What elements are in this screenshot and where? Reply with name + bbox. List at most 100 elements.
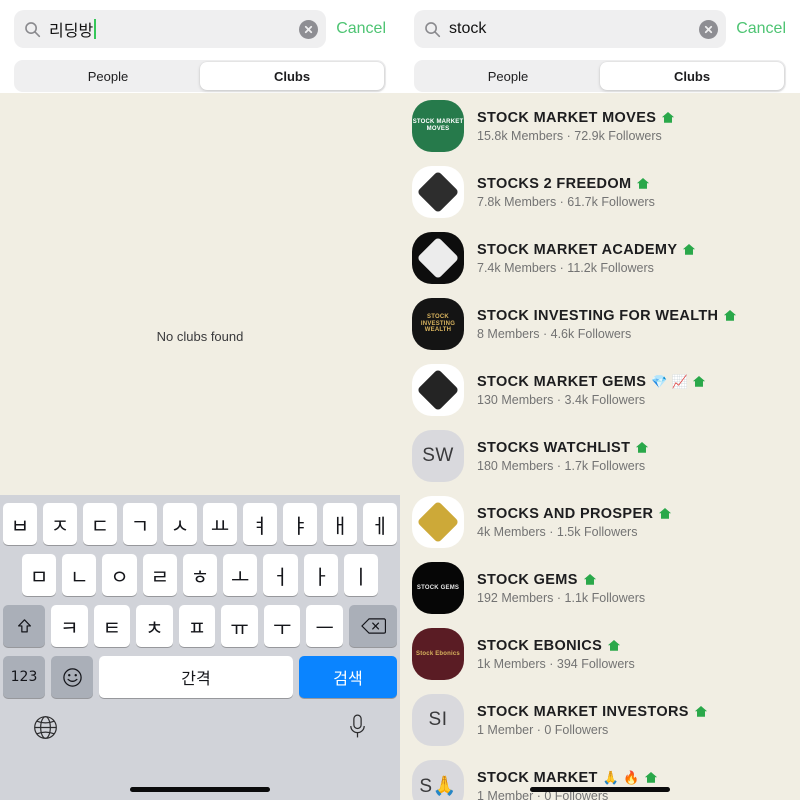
club-name-text: STOCK MARKET ACADEMY (477, 241, 678, 258)
key-jamo-1[interactable]: ㅈ (43, 503, 77, 545)
club-row-text: STOCK MARKET 🙏 🔥 1 Member · 0 Followers (477, 770, 658, 800)
key-jamo-2[interactable]: ㅊ (136, 605, 173, 647)
club-badges (682, 243, 696, 256)
verified-house-icon (662, 112, 675, 123)
key-jamo-0[interactable]: ㅁ (22, 554, 57, 596)
key-jamo-3[interactable]: ㅍ (178, 605, 216, 647)
club-name: STOCK MARKET GEMS 💎 📈 (477, 374, 706, 390)
club-name-text: STOCK MARKET MOVES (477, 109, 657, 126)
club-avatar: SW (412, 430, 464, 482)
tab-clubs[interactable]: Clubs (200, 62, 384, 90)
key-jamo-9[interactable]: ㅔ (363, 503, 397, 545)
club-row-text: STOCK GEMS 192 Members · 1.1k Followers (477, 572, 645, 605)
club-row-text: STOCKS WATCHLIST 180 Members · 1.7k Follo… (477, 440, 649, 473)
verified-house-icon (693, 376, 706, 387)
club-name-text: STOCKS 2 FREEDOM (477, 175, 632, 192)
key-jamo-6[interactable]: ㅕ (243, 503, 277, 545)
keyboard-row-3: ㅋㅌㅊㅍㅠㅜㅡ (0, 605, 400, 647)
club-avatar: STOCK GEMS (412, 562, 464, 614)
club-list-item[interactable]: STOCK INVESTING WEALTH STOCK INVESTING FO… (400, 291, 800, 357)
verified-house-icon (694, 706, 707, 717)
tab-people[interactable]: People (16, 62, 200, 90)
key-jamo-2[interactable]: ㄷ (83, 503, 117, 545)
key-jamo-8[interactable]: ㅐ (323, 503, 357, 545)
club-avatar (412, 232, 464, 284)
club-list-item[interactable]: STOCK MARKET GEMS 💎 📈 130 Members · 3.4k F… (400, 357, 800, 423)
emoji-key[interactable] (51, 656, 93, 698)
globe-icon[interactable] (32, 714, 59, 741)
club-avatar: S🙏 (412, 760, 464, 800)
return-key[interactable]: 검색 (299, 656, 397, 698)
right-header: stock Cancel People Clubs (400, 0, 800, 104)
club-badges (658, 507, 672, 520)
backspace-key[interactable] (349, 605, 397, 647)
key-jamo-4[interactable]: ㅅ (163, 503, 197, 545)
club-badges (635, 441, 649, 454)
key-jamo-5[interactable]: ㅗ (223, 554, 258, 596)
microphone-icon[interactable] (347, 713, 368, 742)
tab-clubs[interactable]: Clubs (600, 62, 784, 90)
search-input-text-right: stock (441, 20, 699, 38)
korean-keyboard: ㅂㅈㄷㄱㅅㅛㅕㅑㅐㅔ ㅁㄴㅇㄹㅎㅗㅓㅏㅣ ㅋㅌㅊㅍㅠㅜㅡ 123 간격 검색 (0, 495, 400, 800)
club-list-item[interactable]: STOCK MARKET ACADEMY 7.4k Members · 11.2k… (400, 225, 800, 291)
club-row-text: STOCK MARKET GEMS 💎 📈 130 Members · 3.4k F… (477, 374, 706, 407)
numeric-key[interactable]: 123 (3, 656, 45, 698)
key-jamo-5[interactable]: ㅜ (263, 605, 301, 647)
verified-house-icon (608, 640, 621, 651)
search-input[interactable]: 리딩방 (14, 10, 327, 48)
club-meta: 130 Members · 3.4k Followers (477, 392, 646, 407)
verified-house-icon (724, 310, 737, 321)
cancel-button[interactable]: Cancel (736, 20, 786, 38)
left-search-row: 리딩방 Cancel (14, 10, 386, 48)
key-jamo-7[interactable]: ㅑ (283, 503, 317, 545)
verified-house-icon (583, 574, 596, 585)
club-list-item[interactable]: STOCKS AND PROSPER 4k Members · 1.5k Foll… (400, 489, 800, 555)
key-jamo-3[interactable]: ㄹ (142, 554, 177, 596)
club-emoji: 💎 📈 (651, 373, 689, 389)
club-list-item[interactable]: SI STOCK MARKET INVESTORS 1 Member · 0 Fol… (400, 687, 800, 753)
key-jamo-0[interactable]: ㅂ (3, 503, 37, 545)
space-key[interactable]: 간격 (99, 656, 293, 698)
key-jamo-6[interactable]: ㅡ (306, 605, 344, 647)
key-jamo-2[interactable]: ㅇ (102, 554, 137, 596)
club-name: STOCK MARKET MOVES (477, 110, 675, 126)
screen-root: 리딩방 Cancel People Clubs No clubs found ㅂ… (0, 0, 800, 800)
club-meta: 7.8k Members · 61.7k Followers (477, 194, 655, 209)
club-results-list[interactable]: STOCK MARKET MOVES STOCK MARKET MOVES 15.8… (400, 93, 800, 800)
key-jamo-4[interactable]: ㅎ (182, 554, 218, 596)
club-meta: 180 Members · 1.7k Followers (477, 458, 646, 473)
club-meta: 4k Members · 1.5k Followers (477, 524, 638, 539)
cancel-button[interactable]: Cancel (336, 20, 386, 38)
key-jamo-5[interactable]: ㅛ (203, 503, 237, 545)
verified-house-icon (644, 772, 657, 783)
club-emoji: 🙏 🔥 (602, 769, 640, 785)
tab-people[interactable]: People (416, 62, 600, 90)
key-jamo-6[interactable]: ㅓ (263, 554, 298, 596)
search-value: 리딩방 (49, 23, 94, 40)
club-list-item[interactable]: STOCK GEMS STOCK GEMS 192 Members · 1.1k F… (400, 555, 800, 621)
club-name-text: STOCK EBONICS (477, 637, 603, 654)
club-name-text: STOCK GEMS (477, 571, 578, 588)
key-jamo-0[interactable]: ㅋ (50, 605, 88, 647)
shift-key[interactable] (3, 605, 45, 647)
keyboard-row-3-letters: ㅋㅌㅊㅍㅠㅜㅡ (50, 605, 344, 647)
club-badges (607, 639, 621, 652)
key-jamo-8[interactable]: ㅣ (343, 554, 378, 596)
club-list-item[interactable]: STOCK MARKET MOVES STOCK MARKET MOVES 15.8… (400, 93, 800, 159)
key-jamo-4[interactable]: ㅠ (221, 605, 258, 647)
search-input-right[interactable]: stock (414, 10, 727, 48)
key-jamo-3[interactable]: ㄱ (123, 503, 157, 545)
key-jamo-7[interactable]: ㅏ (303, 554, 338, 596)
clear-search-icon[interactable] (699, 19, 719, 39)
club-avatar-text: Stock Ebonics (416, 650, 460, 657)
club-name: STOCKS WATCHLIST (477, 440, 649, 456)
club-list-item[interactable]: SW STOCKS WATCHLIST 180 Members · 1.7k Fol… (400, 423, 800, 489)
club-list-item[interactable]: Stock Ebonics STOCK EBONICS 1k Members · 3… (400, 621, 800, 687)
club-meta: 1k Members · 394 Followers (477, 656, 635, 671)
clear-search-icon[interactable] (299, 19, 319, 39)
club-list-item[interactable]: S🙏 STOCK MARKET 🙏 🔥 1 Member · 0 Followers (400, 753, 800, 800)
key-jamo-1[interactable]: ㅌ (93, 605, 131, 647)
club-badges (723, 309, 737, 322)
club-list-item[interactable]: STOCKS 2 FREEDOM 7.8k Members · 61.7k Fol… (400, 159, 800, 225)
key-jamo-1[interactable]: ㄴ (62, 554, 97, 596)
